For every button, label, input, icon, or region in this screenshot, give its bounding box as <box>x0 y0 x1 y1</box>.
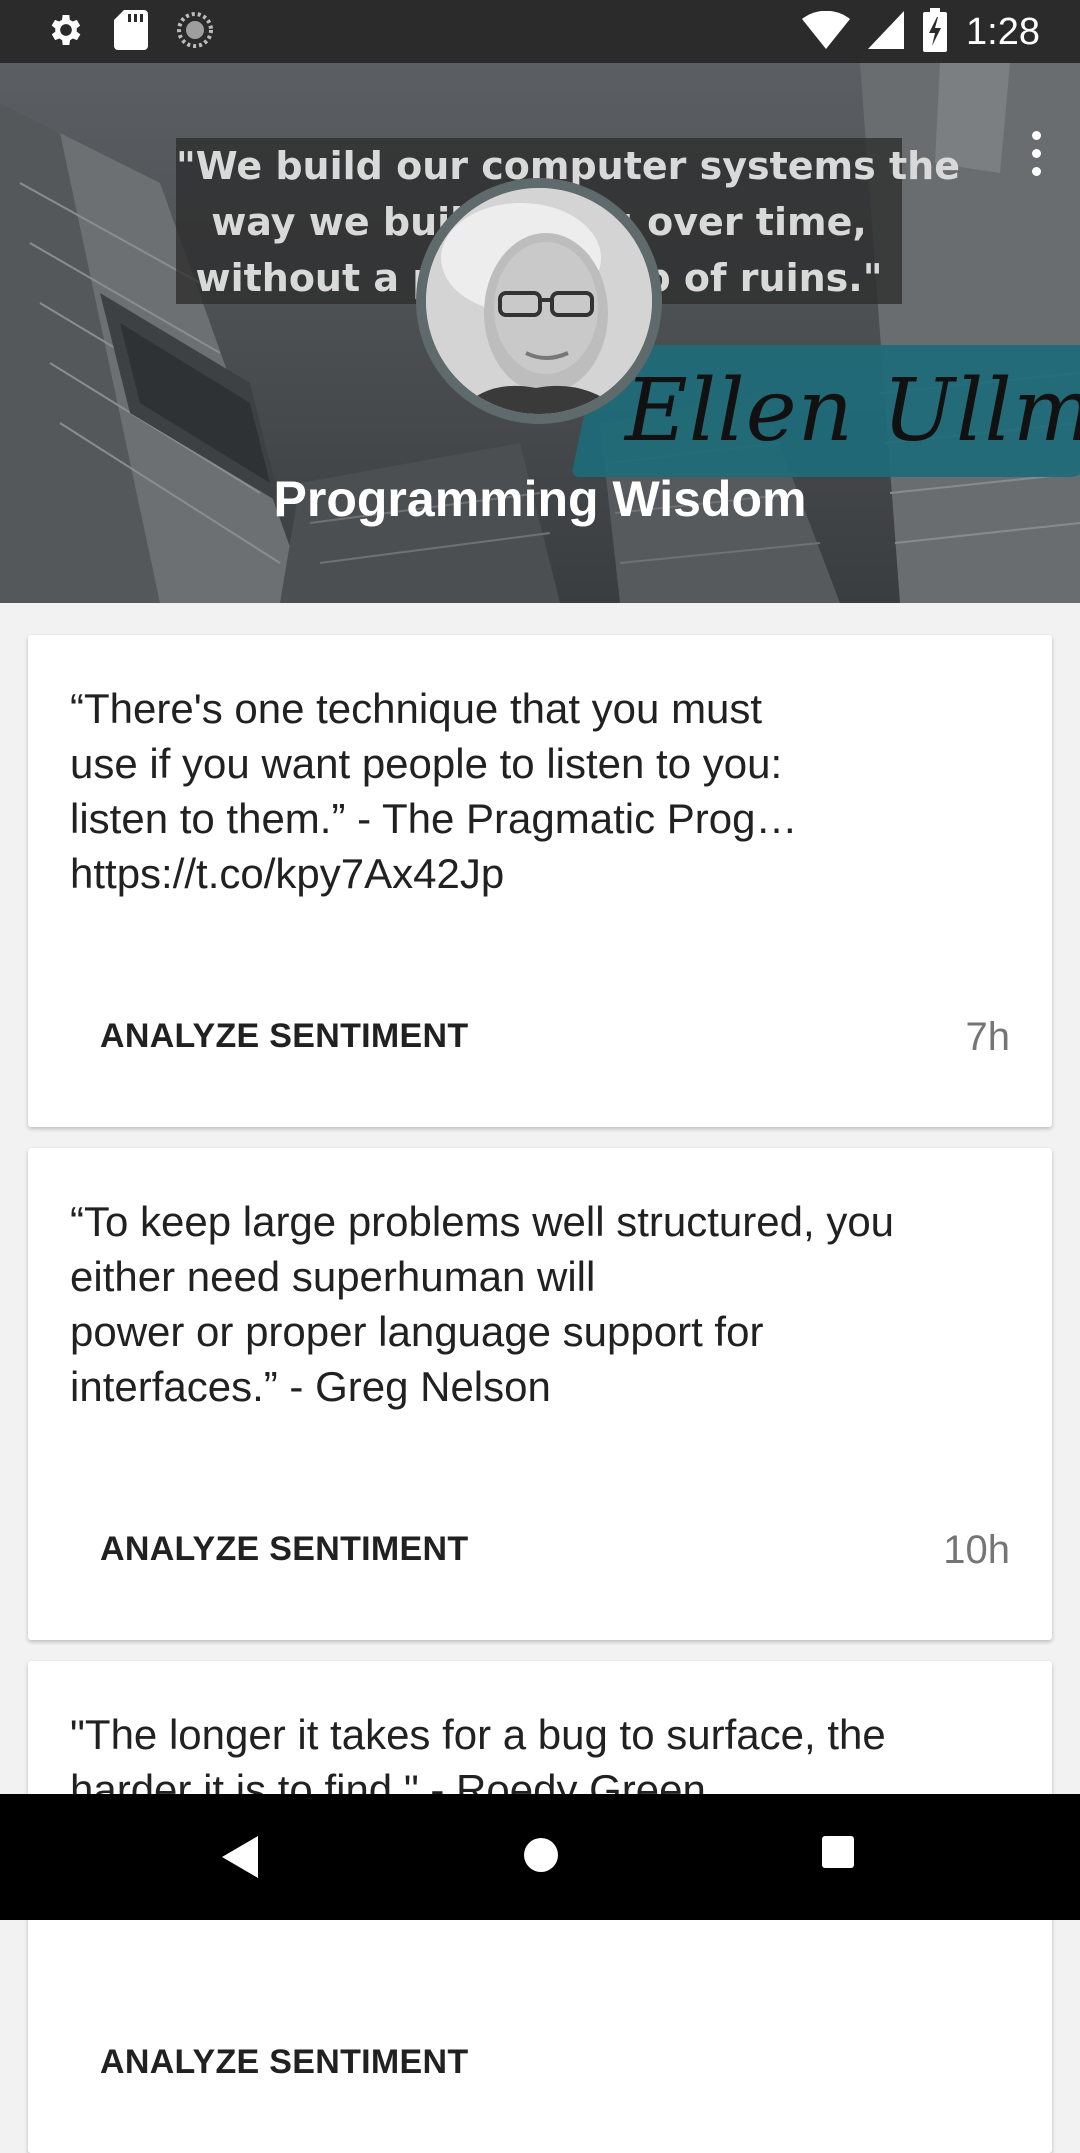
recents-icon[interactable] <box>820 1834 856 1875</box>
home-icon[interactable] <box>520 1834 562 1881</box>
avatar <box>426 188 652 414</box>
tweet-text-line: power or proper language support for <box>70 1308 764 1355</box>
signature-text: Ellen Ullman <box>625 361 1080 461</box>
tweet-text: “There's one technique that you must use… <box>70 681 1010 901</box>
back-icon[interactable] <box>218 1834 260 1885</box>
tweet-text: “To keep large problems well structured,… <box>70 1194 1010 1414</box>
tweet-text-line: either need superhuman will <box>70 1253 596 1300</box>
tweet-text-line: “To keep large problems well structured,… <box>70 1198 895 1245</box>
wifi-icon <box>802 10 851 54</box>
sd-card-icon <box>114 9 148 55</box>
header-banner: "We build our computer systems the way w… <box>0 63 1080 603</box>
analyze-sentiment-button[interactable]: ANALYZE SENTIMENT <box>100 1530 468 1569</box>
tweet-timestamp: 10h <box>943 1528 1010 1572</box>
tweet-text-line: use if you want people to listen to you: <box>70 740 783 787</box>
tweet-link[interactable]: https://t.co/kpy7Ax42Jp <box>70 846 1010 901</box>
battery-charging-icon <box>922 7 948 57</box>
tweet-text-line: listen to them.” - The Pragmatic Prog… <box>70 795 798 842</box>
analyze-sentiment-button[interactable]: ANALYZE SENTIMENT <box>100 2043 468 2082</box>
tweet-timestamp: 7h <box>965 1015 1011 1059</box>
more-vert-icon[interactable] <box>1006 108 1066 198</box>
tweet-text-line: interfaces.” - Greg Nelson <box>70 1363 551 1410</box>
page-title: Programming Wisdom <box>273 471 807 527</box>
status-bar: 1:28 <box>0 0 1080 63</box>
tweet-card: “There's one technique that you must use… <box>28 635 1052 1127</box>
navigation-bar <box>0 1794 1080 1920</box>
settings-icon <box>46 10 86 55</box>
signal-icon <box>868 10 905 54</box>
tweet-text-line: “There's one technique that you must <box>70 685 763 732</box>
portrait-image <box>426 188 652 414</box>
sync-icon <box>176 11 214 54</box>
tweet-card: “To keep large problems well structured,… <box>28 1148 1052 1640</box>
analyze-sentiment-button[interactable]: ANALYZE SENTIMENT <box>100 1017 468 1056</box>
status-time: 1:28 <box>966 10 1040 53</box>
tweet-text-line: "The longer it takes for a bug to surfac… <box>70 1711 886 1758</box>
